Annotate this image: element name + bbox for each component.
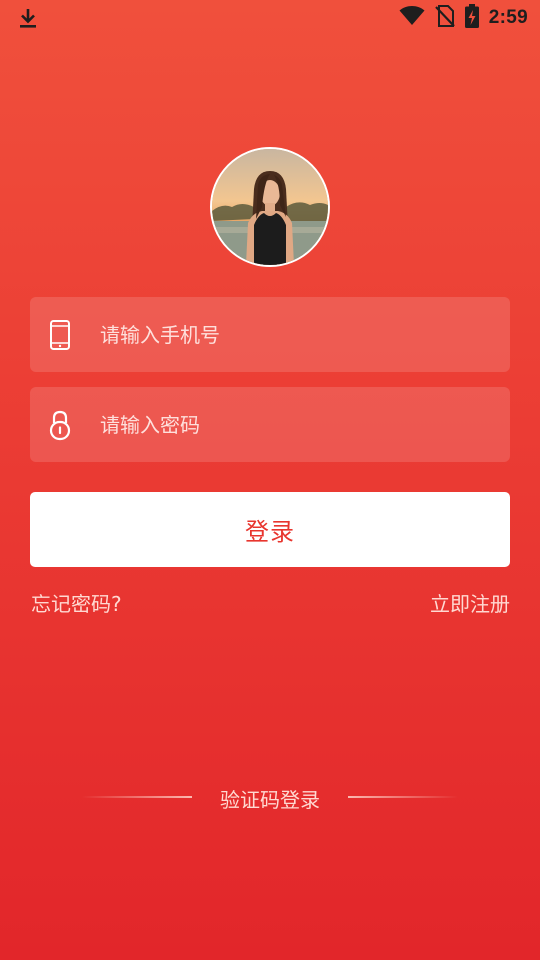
avatar[interactable] xyxy=(210,147,330,267)
login-screen: 2:59 请输入手机号 登录 忘记密码? 立即注册 验证码登录 xyxy=(0,0,540,960)
user-photo xyxy=(212,149,328,265)
lock-icon xyxy=(48,409,72,441)
password-input[interactable] xyxy=(100,387,490,462)
sms-code-login-link[interactable]: 验证码登录 xyxy=(192,784,348,813)
status-time: 2:59 xyxy=(488,7,528,28)
register-link[interactable]: 立即注册 xyxy=(430,588,510,617)
divider-right xyxy=(348,796,458,798)
wifi-icon xyxy=(399,6,425,30)
battery-charging-icon xyxy=(464,4,479,32)
login-button[interactable]: 登录 xyxy=(30,492,510,567)
divider-left xyxy=(82,796,192,798)
phone-field[interactable] xyxy=(30,297,510,372)
forgot-password-link[interactable]: 忘记密码? xyxy=(31,588,122,617)
password-field[interactable] xyxy=(30,387,510,462)
phone-input[interactable] xyxy=(100,297,490,372)
no-sim-icon xyxy=(434,5,455,31)
download-icon xyxy=(16,6,40,30)
status-bar: 2:59 xyxy=(0,0,540,36)
phone-icon xyxy=(48,319,72,351)
status-icons: 2:59 xyxy=(399,4,528,32)
